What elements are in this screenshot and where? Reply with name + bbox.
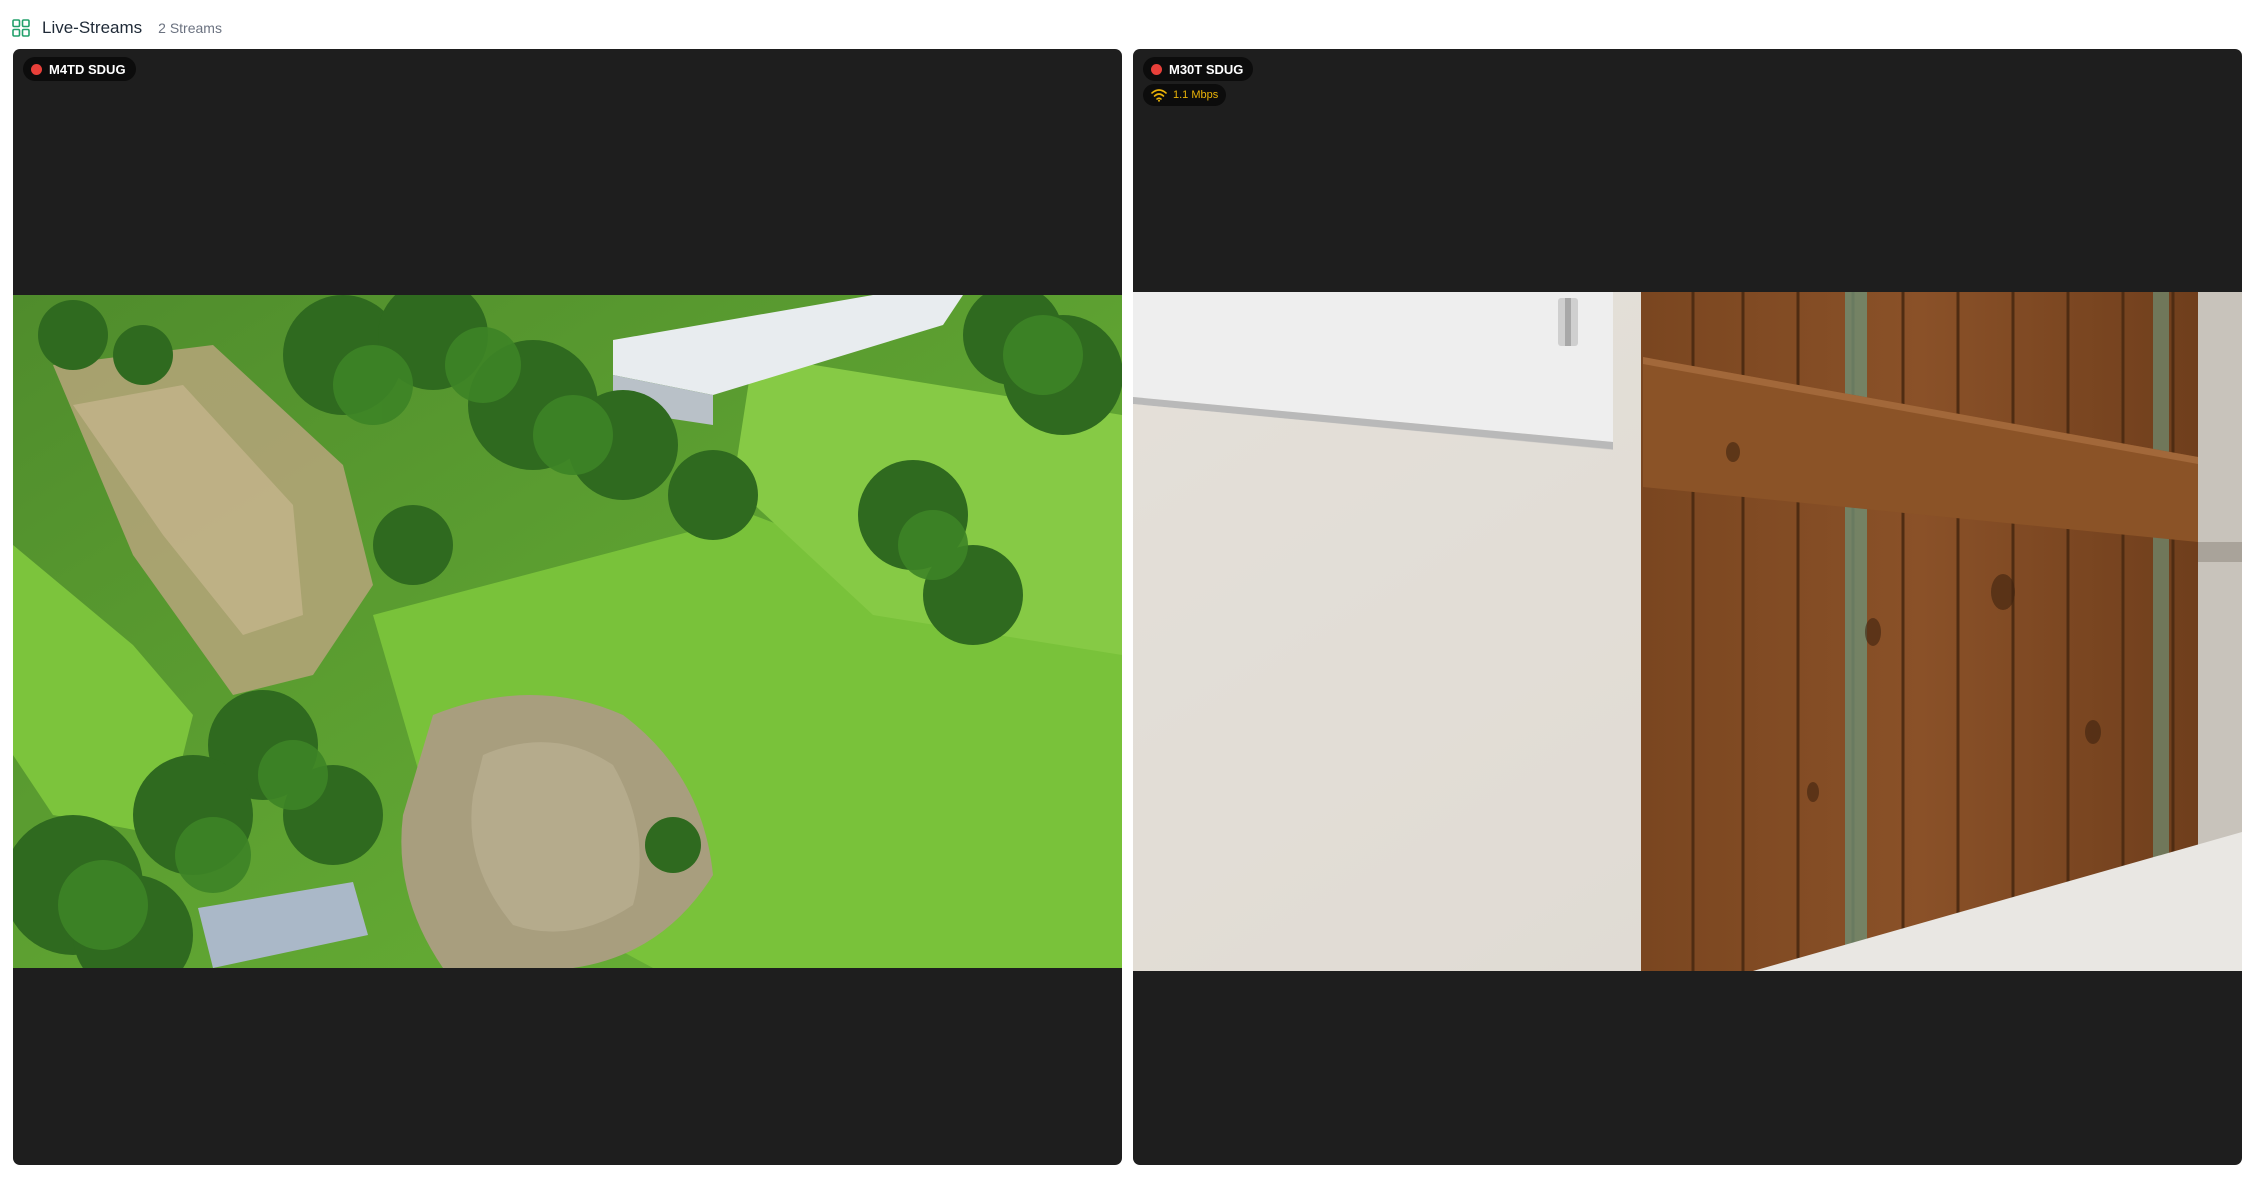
live-indicator-icon bbox=[1151, 63, 1162, 75]
video-feed[interactable] bbox=[1133, 292, 2242, 971]
stream-badge: M30T SDUG bbox=[1143, 57, 1254, 81]
grid-icon bbox=[12, 19, 30, 37]
stream-count: 2 Streams bbox=[158, 20, 222, 36]
stream-panel-m4td[interactable]: M4TD SDUG bbox=[13, 49, 1122, 1165]
live-indicator-icon bbox=[31, 63, 42, 75]
stream-panel-m30t[interactable]: M30T SDUG 1.1 Mbps bbox=[1133, 49, 2242, 1165]
stream-badge: M4TD SDUG bbox=[23, 57, 136, 81]
page-title: Live-Streams bbox=[42, 18, 143, 37]
stream-name: M4TD SDUG bbox=[49, 61, 126, 77]
video-feed[interactable] bbox=[13, 295, 1122, 968]
bitrate-badge: 1.1 Mbps bbox=[1143, 84, 1227, 106]
page-header: Live-Streams 2 Streams bbox=[12, 14, 222, 42]
bitrate-value: 1.1 Mbps bbox=[1173, 89, 1219, 101]
stream-name: M30T SDUG bbox=[1169, 61, 1244, 77]
wifi-icon bbox=[1151, 89, 1167, 102]
